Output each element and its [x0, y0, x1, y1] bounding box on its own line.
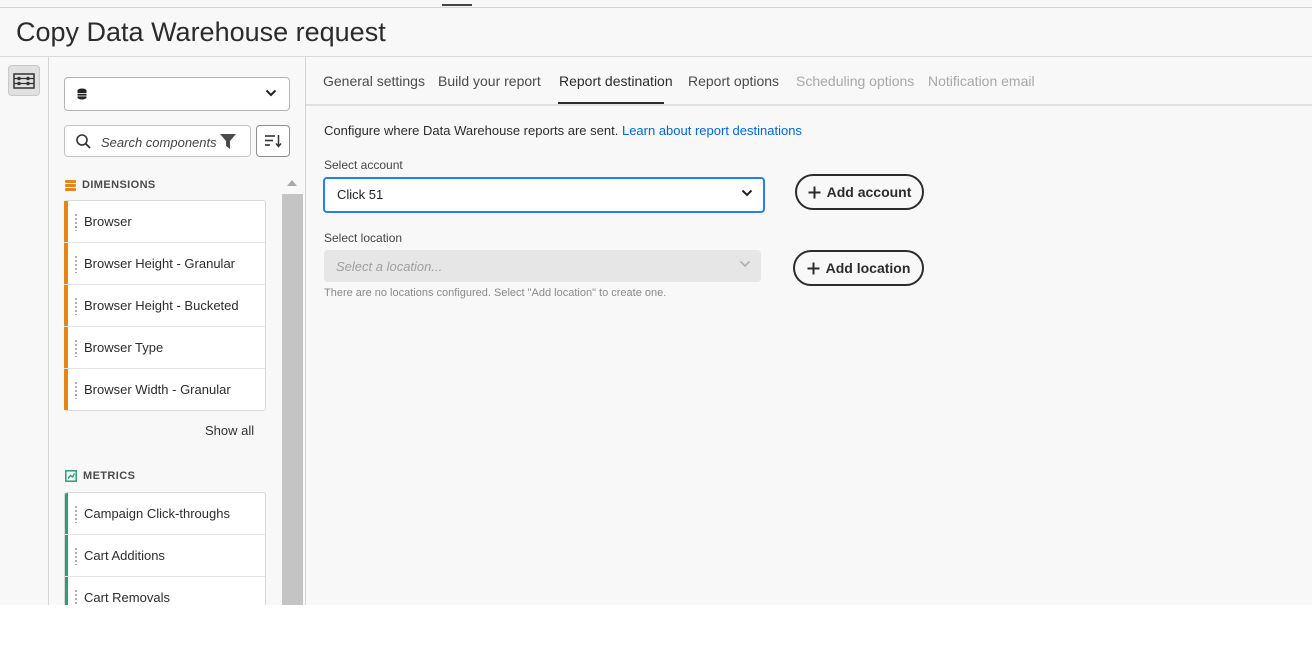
metric-color-bar	[65, 493, 68, 534]
metric-color-bar	[65, 577, 68, 605]
intro-text-row: Configure where Data Warehouse reports a…	[324, 123, 802, 138]
dimension-item[interactable]: Browser Type	[64, 327, 265, 369]
select-location-label: Select location	[324, 231, 403, 245]
dimension-item[interactable]: Browser Height - Granular	[64, 243, 265, 285]
dimension-item[interactable]: Browser Height - Bucketed	[64, 285, 265, 327]
tab-general-settings[interactable]: General settings	[323, 73, 425, 89]
tab-build-your-report[interactable]: Build your report	[438, 73, 541, 89]
tab-report-options[interactable]: Report options	[688, 73, 779, 89]
metric-label: Cart Additions	[84, 548, 165, 563]
learn-report-destinations-link[interactable]: Learn about report destinations	[622, 123, 802, 138]
chevron-down-icon	[741, 189, 753, 197]
wizard-tabs: General settings Build your report Repor…	[306, 57, 1312, 106]
dimension-label: Browser Type	[84, 340, 164, 355]
show-all-dimensions-link[interactable]: Show all	[205, 423, 254, 438]
top-tab-indicator	[442, 4, 472, 6]
app-window: Copy Data Warehouse request Search compo…	[0, 0, 1312, 605]
add-account-label: Add account	[826, 184, 912, 200]
select-account-label: Select account	[324, 158, 403, 172]
data-source-select[interactable]	[64, 77, 290, 111]
location-select-placeholder: Select a location...	[336, 259, 443, 274]
chevron-down-icon	[265, 89, 277, 97]
dimensions-section-header: DIMENSIONS	[65, 179, 156, 191]
dimension-label: Browser Height - Bucketed	[84, 298, 239, 313]
tab-notification-email: Notification email	[928, 73, 1035, 89]
tab-scheduling-options: Scheduling options	[796, 73, 915, 89]
drag-handle-icon[interactable]	[75, 381, 77, 399]
dimension-label: Browser	[84, 214, 132, 229]
account-select[interactable]: Click 51	[323, 177, 765, 213]
intro-text: Configure where Data Warehouse reports a…	[324, 123, 619, 138]
database-icon	[77, 88, 87, 100]
metric-label: Campaign Click-throughs	[84, 506, 230, 521]
location-help-text: There are no locations configured. Selec…	[324, 287, 667, 299]
dimensions-list: Browser Browser Height - Granular Browse…	[64, 200, 266, 411]
metric-color-bar	[65, 535, 68, 576]
drag-handle-icon[interactable]	[75, 255, 77, 273]
dimension-color-bar	[64, 201, 68, 242]
panel-toggle-icon	[13, 72, 35, 89]
drag-handle-icon[interactable]	[75, 213, 77, 231]
metrics-heading: METRICS	[83, 470, 136, 482]
panel-scrollbar[interactable]	[282, 194, 303, 605]
panel-toggle-button[interactable]	[8, 65, 40, 96]
plus-icon	[807, 262, 820, 274]
dimension-color-bar	[64, 327, 68, 368]
components-panel: Search components DIMENSIONS Browser Bro…	[49, 57, 306, 605]
metric-item[interactable]: Campaign Click-throughs	[65, 493, 265, 535]
metric-item[interactable]: Cart Removals	[65, 577, 265, 605]
sort-icon	[265, 135, 282, 148]
dimensions-icon	[65, 179, 76, 191]
add-location-label: Add location	[825, 260, 911, 276]
sort-button[interactable]	[256, 125, 290, 157]
account-select-value: Click 51	[337, 187, 384, 202]
top-divider	[0, 7, 1312, 8]
dimension-label: Browser Height - Granular	[84, 256, 235, 271]
active-tab-indicator	[558, 102, 664, 104]
chevron-down-icon	[739, 260, 751, 268]
dimension-color-bar	[64, 243, 68, 284]
drag-handle-icon[interactable]	[75, 297, 77, 315]
metric-item[interactable]: Cart Additions	[65, 535, 265, 577]
tab-report-destination[interactable]: Report destination	[559, 73, 673, 89]
scroll-up-arrow-icon[interactable]	[286, 179, 298, 187]
add-account-button[interactable]: Add account	[795, 174, 924, 210]
plus-icon	[808, 186, 821, 198]
dimension-item[interactable]: Browser	[64, 201, 265, 243]
page-title: Copy Data Warehouse request	[16, 17, 386, 47]
left-rail	[0, 57, 49, 605]
metrics-icon	[65, 470, 77, 482]
drag-handle-icon[interactable]	[75, 339, 77, 357]
metric-label: Cart Removals	[84, 590, 170, 605]
search-components-input[interactable]: Search components	[64, 125, 251, 157]
dimension-label: Browser Width - Granular	[84, 382, 231, 397]
filter-icon[interactable]	[220, 134, 236, 149]
add-location-button[interactable]: Add location	[793, 250, 924, 286]
dimension-color-bar	[64, 285, 68, 326]
metrics-list: Campaign Click-throughs Cart Additions C…	[64, 492, 266, 605]
dimension-item[interactable]: Browser Width - Granular	[64, 369, 265, 410]
search-icon	[76, 134, 91, 149]
drag-handle-icon[interactable]	[75, 589, 77, 605]
location-select: Select a location...	[324, 250, 761, 282]
dimensions-heading: DIMENSIONS	[82, 179, 156, 191]
search-placeholder: Search components	[101, 135, 217, 150]
drag-handle-icon[interactable]	[75, 547, 77, 565]
dimension-color-bar	[64, 369, 68, 410]
drag-handle-icon[interactable]	[75, 505, 77, 523]
metrics-section-header: METRICS	[65, 470, 135, 482]
